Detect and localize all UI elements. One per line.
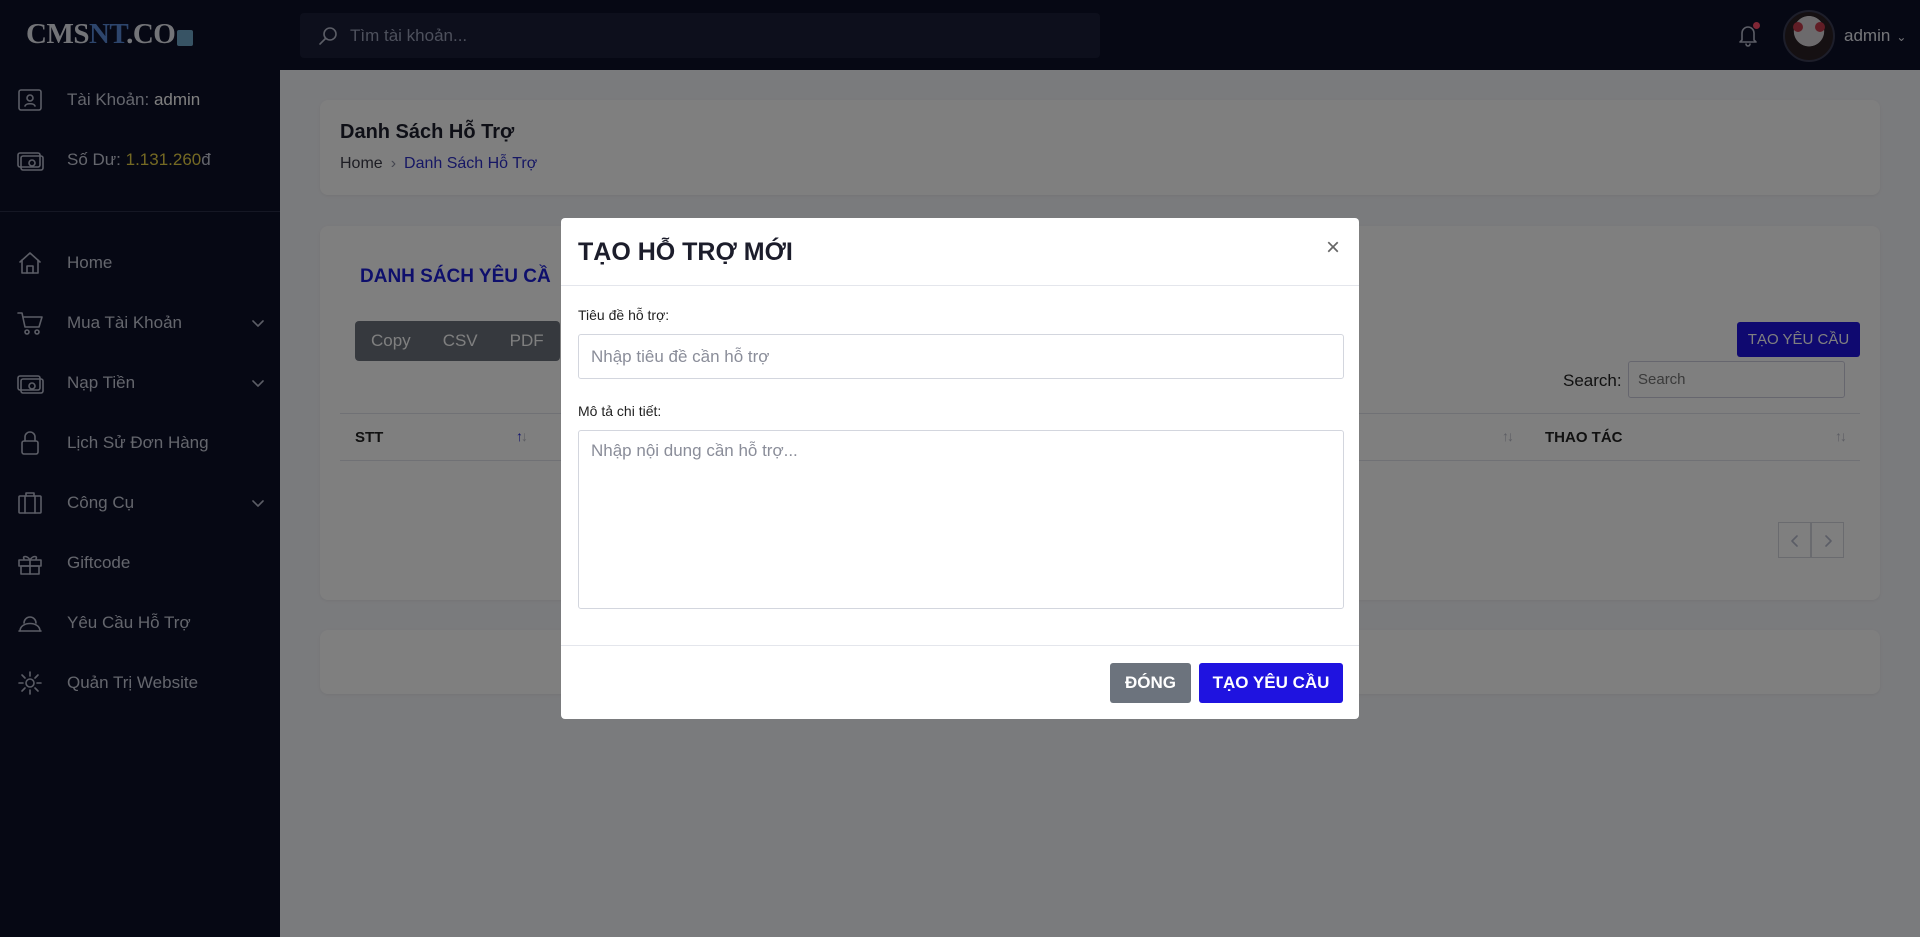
- modal-footer-divider: [561, 645, 1359, 646]
- submit-request-button[interactable]: TẠO YÊU CẦU: [1199, 663, 1343, 703]
- modal-title: TẠO HỖ TRỢ MỚI: [578, 238, 793, 266]
- description-label: Mô tả chi tiết:: [578, 403, 662, 419]
- create-support-modal: TẠO HỖ TRỢ MỚI × Tiêu đề hỗ trợ: Mô tả c…: [561, 218, 1359, 719]
- subject-input[interactable]: [578, 334, 1344, 379]
- modal-header: TẠO HỖ TRỢ MỚI ×: [561, 218, 1359, 286]
- subject-label: Tiêu đề hỗ trợ:: [578, 307, 670, 323]
- description-textarea[interactable]: [578, 430, 1344, 609]
- close-button[interactable]: ĐÓNG: [1110, 663, 1191, 703]
- close-icon[interactable]: ×: [1326, 236, 1340, 260]
